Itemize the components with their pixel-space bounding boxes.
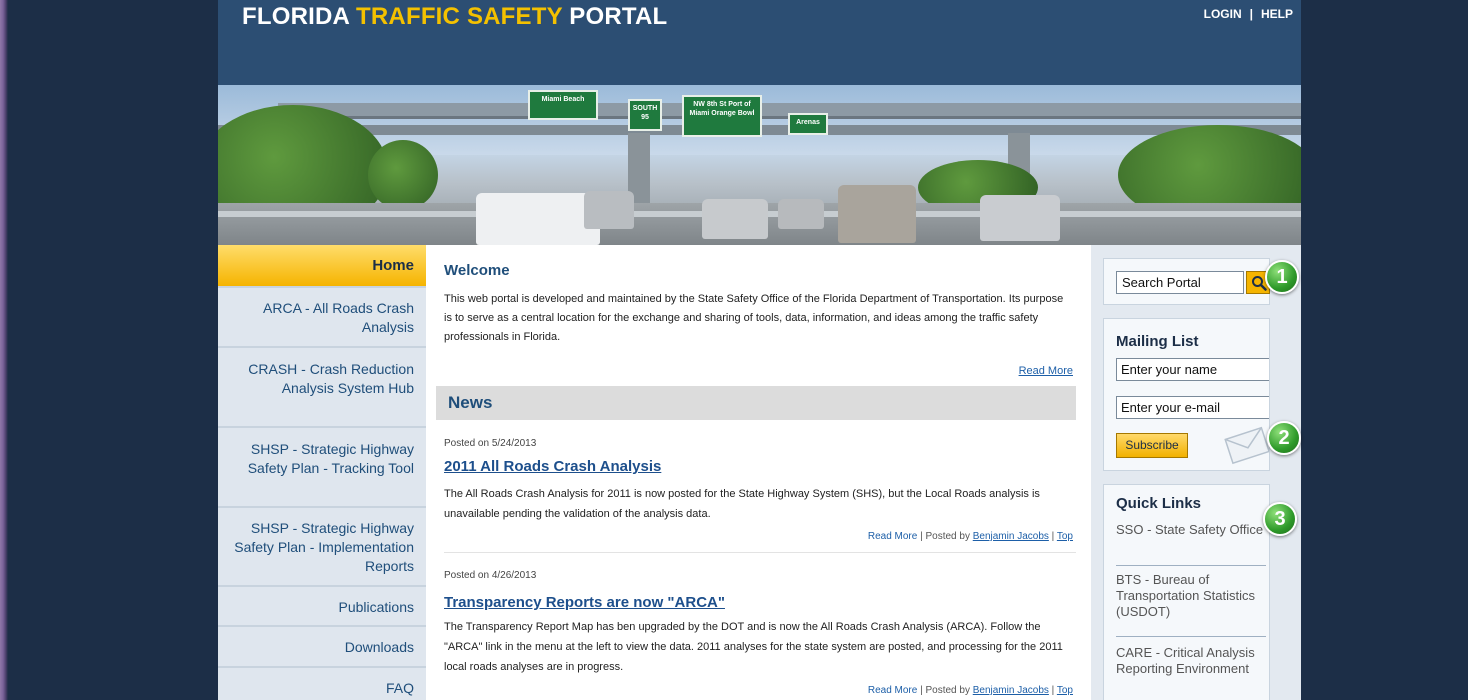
article-meta: Read More | Posted by Benjamin Jacobs | … <box>868 531 1073 542</box>
highway-banner-image: Miami Beach SOUTH 95 NW 8th St Port of M… <box>218 85 1301 245</box>
meta-separator: | <box>1048 685 1057 696</box>
search-input[interactable] <box>1116 271 1244 294</box>
banner-tree <box>368 140 438 210</box>
nav-item-home[interactable]: Home <box>218 245 426 288</box>
quick-links-title: Quick Links <box>1116 495 1202 512</box>
email-field[interactable] <box>1116 396 1269 419</box>
callout-badge-2: 2 <box>1267 421 1301 455</box>
author-link[interactable]: Benjamin Jacobs <box>973 531 1049 542</box>
left-nav: Home ARCA - All Roads Crash Analysis CRA… <box>218 245 426 700</box>
article-title-link[interactable]: 2011 All Roads Crash Analysis <box>444 458 661 475</box>
banner-car <box>778 199 824 229</box>
subscribe-button[interactable]: Subscribe <box>1116 433 1188 458</box>
quick-links-divider <box>1116 636 1266 637</box>
banner-car <box>476 193 600 245</box>
nav-item-shsp-tracking[interactable]: SHSP - Strategic Highway Safety Plan - T… <box>218 428 426 508</box>
welcome-read-more-link[interactable]: Read More <box>1019 365 1073 377</box>
help-link[interactable]: HELP <box>1261 7 1293 21</box>
top-links: LOGIN | HELP <box>1204 7 1293 21</box>
article-date: Posted on 4/26/2013 <box>444 570 537 581</box>
article-read-more-link[interactable]: Read More <box>868 531 917 542</box>
highway-sign: SOUTH 95 <box>628 99 662 131</box>
nav-item-crash[interactable]: CRASH - Crash Reduction Analysis System … <box>218 348 426 428</box>
nav-item-shsp-implementation[interactable]: SHSP - Strategic Highway Safety Plan - I… <box>218 508 426 587</box>
nav-item-arca[interactable]: ARCA - All Roads Crash Analysis <box>218 288 426 348</box>
news-header: News <box>436 386 1076 420</box>
article-read-more-link[interactable]: Read More <box>868 685 917 696</box>
right-sidebar: Mailing List Subscribe Quick Links SSO -… <box>1091 245 1301 700</box>
banner-car <box>838 185 916 243</box>
article-divider <box>444 552 1076 553</box>
news-title: News <box>448 393 493 412</box>
site-title-part-2: TRAFFIC SAFETY <box>356 3 563 30</box>
nav-item-faq[interactable]: FAQ <box>218 668 426 700</box>
top-link[interactable]: Top <box>1057 685 1073 696</box>
name-field[interactable] <box>1116 358 1269 381</box>
search-box <box>1103 258 1270 305</box>
quick-link-sso[interactable]: SSO - State Safety Office <box>1116 522 1266 538</box>
window-edge <box>0 0 8 700</box>
banner-car <box>702 199 768 239</box>
article-text: The Transparency Report Map has ben upgr… <box>444 621 1063 673</box>
banner-car <box>584 191 634 229</box>
welcome-title: Welcome <box>444 262 510 279</box>
quick-links-divider <box>1116 565 1266 566</box>
article-meta: Read More | Posted by Benjamin Jacobs | … <box>868 685 1073 696</box>
site-title-part-1: FLORIDA <box>242 3 357 30</box>
highway-sign: NW 8th St Port of Miami Orange Bowl <box>682 95 762 137</box>
mailing-list-title: Mailing List <box>1116 333 1199 350</box>
quick-links-box: Quick Links SSO - State Safety Office BT… <box>1103 484 1270 700</box>
site-title[interactable]: FLORIDA TRAFFIC SAFETY PORTAL <box>242 3 667 31</box>
quick-link-care[interactable]: CARE - Critical Analysis Reporting Envir… <box>1116 645 1266 677</box>
author-link[interactable]: Benjamin Jacobs <box>973 685 1049 696</box>
meta-posted-by: | Posted by <box>917 531 973 542</box>
portal-page: FLORIDA TRAFFIC SAFETY PORTAL LOGIN | HELP… <box>218 0 1301 700</box>
nav-item-downloads[interactable]: Downloads <box>218 627 426 668</box>
banner-car <box>980 195 1060 241</box>
envelope-icon <box>1224 426 1269 465</box>
article-title-link[interactable]: Transparency Reports are now "ARCA" <box>444 594 725 611</box>
callout-badge-3: 3 <box>1263 502 1297 536</box>
top-links-separator: | <box>1249 7 1253 21</box>
main-content: Welcome This web portal is developed and… <box>426 245 1091 700</box>
mailing-list-box: Mailing List Subscribe <box>1103 318 1270 471</box>
callout-badge-1: 1 <box>1265 260 1299 294</box>
nav-item-publications[interactable]: Publications <box>218 587 426 627</box>
article-text: The All Roads Crash Analysis for 2011 is… <box>444 488 1040 520</box>
login-link[interactable]: LOGIN <box>1204 7 1242 21</box>
highway-sign: Arenas <box>788 113 828 135</box>
quick-link-bts[interactable]: BTS - Bureau of Transportation Statistic… <box>1116 572 1266 620</box>
site-header: FLORIDA TRAFFIC SAFETY PORTAL LOGIN | HELP <box>218 0 1301 85</box>
highway-sign: Miami Beach <box>528 90 598 120</box>
meta-posted-by: | Posted by <box>917 685 973 696</box>
site-title-part-3: PORTAL <box>562 3 668 30</box>
welcome-text: This web portal is developed and maintai… <box>444 293 1064 343</box>
meta-separator: | <box>1048 531 1057 542</box>
top-link[interactable]: Top <box>1057 531 1073 542</box>
article-date: Posted on 5/24/2013 <box>444 438 537 449</box>
